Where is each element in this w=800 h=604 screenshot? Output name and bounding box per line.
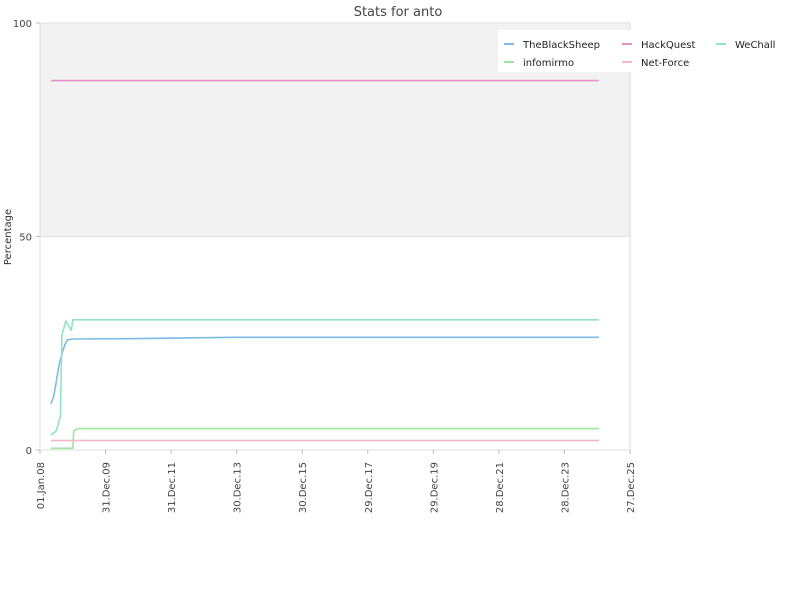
legend-label-hackquest: HackQuest <box>641 40 696 51</box>
x-tick-label: 29.Dec.19 <box>429 462 440 513</box>
x-tick-label: 30.Dec.15 <box>298 462 309 513</box>
legend-label-wechall: WeChall <box>735 40 775 51</box>
x-tick-label: 29.Dec.17 <box>364 462 375 513</box>
y-tick-label: 0 <box>26 446 32 457</box>
chart: 0 50 100 01.Jan.08 31.Dec.09 31.Dec.11 30.Dec.… <box>0 0 800 600</box>
x-tick-label: 27.Dec.25 <box>626 462 637 513</box>
chart-title: Stats for anto <box>354 5 443 20</box>
line-chart: 0 50 100 01.Jan.08 31.Dec.09 31.Dec.11 30.Dec.… <box>0 0 800 600</box>
x-tick-label: 30.Dec.13 <box>233 462 244 513</box>
x-tick-label: 28.Dec.21 <box>495 462 506 513</box>
x-tick-label: 01.Jan.08 <box>36 462 47 509</box>
legend-label-infomirmo: infomirmo <box>523 58 574 69</box>
y-tick-label: 100 <box>13 19 32 30</box>
y-tick-label: 50 <box>19 233 32 244</box>
y-axis-label: Percentage <box>3 209 14 265</box>
legend-label-net-force: Net-Force <box>641 58 689 69</box>
legend: TheBlackSheep HackQuest WeChall infomirmo Ne… <box>498 30 786 72</box>
x-tick-label: 31.Dec.11 <box>167 462 178 513</box>
x-tick-label: 28.Dec.23 <box>560 462 571 513</box>
x-tick-label: 31.Dec.09 <box>102 462 113 513</box>
legend-label-theblacksheep: TheBlackSheep <box>522 40 600 51</box>
